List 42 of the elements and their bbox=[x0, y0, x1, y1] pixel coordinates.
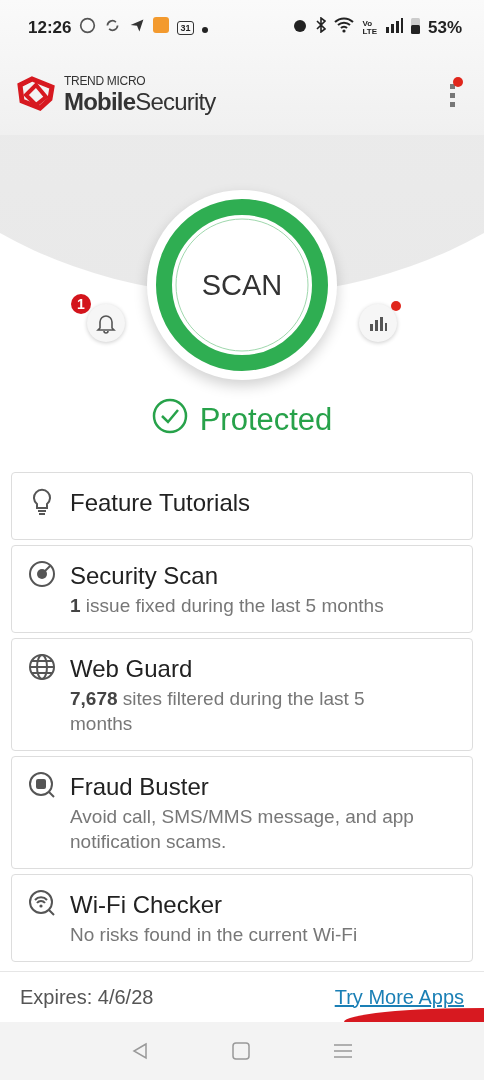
radar-icon bbox=[28, 560, 58, 590]
card-title: Security Scan bbox=[70, 562, 220, 590]
card-title: Web Guard bbox=[70, 655, 194, 683]
logo-icon bbox=[16, 75, 56, 111]
network-label: Vo LTE bbox=[362, 19, 377, 36]
feature-card[interactable]: Feature Tutorials bbox=[11, 472, 473, 540]
card-description: No risks found in the current Wi-Fi bbox=[70, 923, 358, 947]
back-icon[interactable] bbox=[132, 1042, 148, 1060]
brand-tagline: TREND MICRO bbox=[64, 74, 147, 88]
app-title: MobileSecurity bbox=[64, 88, 216, 116]
feature-card[interactable]: Security Scan 1 issue fixed during the last 5 months bbox=[11, 545, 473, 633]
more-icon bbox=[449, 83, 455, 107]
card-title: Feature Tutorials bbox=[70, 489, 251, 517]
card-description: 7,678 sites filtered during the last 5 months bbox=[70, 687, 366, 736]
statistics-button[interactable] bbox=[359, 304, 397, 342]
feature-card[interactable]: Wi-Fi Checker No risks found in the current Wi-Fi bbox=[11, 874, 473, 962]
feature-card[interactable]: Fraud Buster Avoid call, SMS/MMS message, and app notification scams. bbox=[11, 756, 473, 869]
card-title: Fraud Buster bbox=[70, 773, 210, 801]
globe-icon bbox=[28, 653, 58, 683]
clock-time: 12:26 bbox=[28, 17, 72, 38]
bell-icon bbox=[95, 312, 117, 334]
card-description: Avoid call, SMS/MMS message, and app notification scams. bbox=[70, 805, 415, 854]
send-icon bbox=[129, 17, 146, 33]
protection-status: Protected bbox=[199, 402, 333, 438]
wifi-icon bbox=[334, 17, 355, 33]
calendar-date: 31 bbox=[177, 20, 194, 35]
signal-icon bbox=[384, 17, 403, 33]
home-icon[interactable] bbox=[232, 1042, 250, 1060]
card-title: Wi-Fi Checker bbox=[70, 891, 223, 919]
battery-percent: 53% bbox=[427, 17, 462, 38]
check-circle-icon bbox=[151, 398, 188, 434]
notification-badge: 1 bbox=[71, 294, 91, 314]
notifications-button[interactable] bbox=[87, 304, 125, 342]
feature-card[interactable]: Web Guard 7,678 sites filtered during the last 5 months bbox=[11, 638, 473, 751]
dot-icon bbox=[201, 26, 208, 33]
bar-chart-icon bbox=[369, 315, 387, 331]
battery-icon bbox=[410, 16, 420, 34]
card-description: 1 issue fixed during the last 5 months bbox=[70, 594, 384, 618]
expiry-date: Expires: 4/6/28 bbox=[20, 985, 154, 1009]
app-icon bbox=[153, 17, 170, 33]
bluetooth-icon bbox=[316, 17, 327, 33]
try-more-apps-link[interactable]: Try More Apps bbox=[334, 985, 464, 1009]
